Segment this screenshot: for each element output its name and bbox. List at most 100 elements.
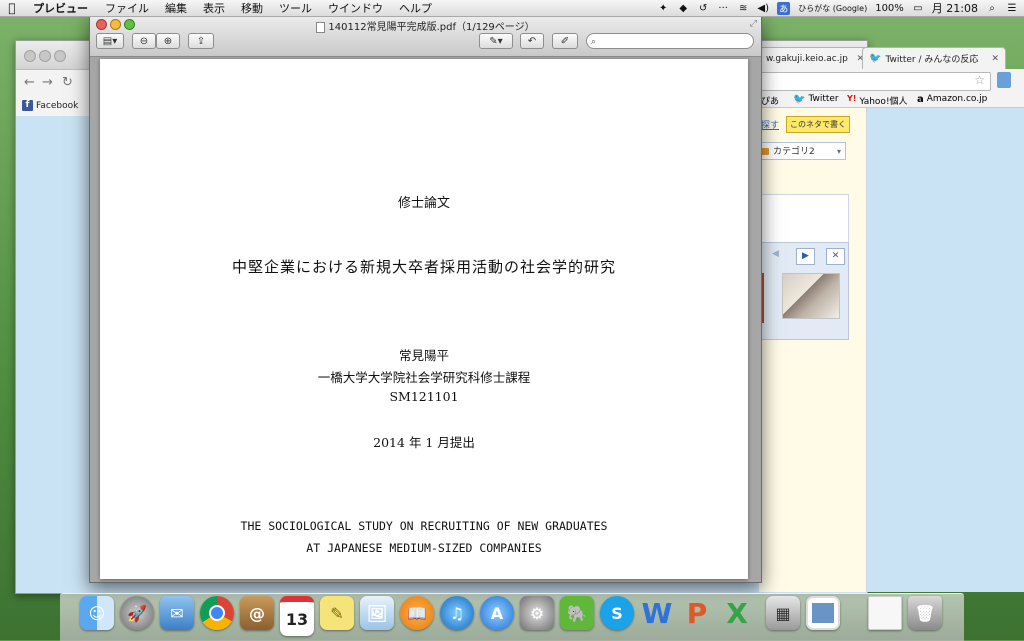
skype-icon[interactable]: S	[600, 596, 634, 630]
rotate-button[interactable]: ↶	[520, 33, 544, 49]
chrome-icon[interactable]	[200, 596, 234, 630]
menubar-status-area: ✦ ◆ ↺ ··· ≋ ◀) あ ひらがな (Google) 100% ▭ 月 …	[657, 0, 1024, 16]
back-arrow-icon[interactable]: ←	[24, 75, 35, 90]
bookmark-label: Facebook	[36, 100, 79, 111]
share-button[interactable]: ⇪	[188, 33, 214, 49]
browser-minimize-button[interactable]	[39, 50, 51, 62]
calculator-icon[interactable]: ▦	[766, 596, 800, 630]
bookmark-label: Twitter	[808, 94, 839, 104]
spotlight-icon[interactable]: ⌕	[986, 3, 998, 14]
bookmark-amazon[interactable]: a Amazon.co.jp	[917, 94, 987, 105]
doc-english-title-2: AT JAPANESE MEDIUM-SIZED COMPANIES	[306, 541, 542, 555]
menu-go[interactable]: 移動	[233, 0, 271, 16]
itunes-icon[interactable]: ♫	[440, 596, 474, 630]
browser-tab-keio-visible[interactable]: w.gakuji.keio.ac.jp/s ✕	[759, 47, 871, 69]
evernote-icon[interactable]: 🐘	[560, 596, 594, 630]
bookmark-yahoo[interactable]: Y! Yahoo!個人	[847, 94, 908, 107]
yahoo-icon: Y!	[847, 94, 857, 103]
edit-toolbar-button[interactable]: ✐	[552, 33, 578, 49]
menu-file[interactable]: ファイル	[97, 0, 157, 16]
annotate-button[interactable]: ✎▾	[479, 33, 513, 49]
window-title-text: 140112常見陽平完成版.pdf（1/129ページ）	[328, 22, 535, 33]
system-preferences-icon[interactable]: ⚙	[520, 596, 554, 630]
preview-window[interactable]: 140112常見陽平完成版.pdf（1/129ページ） ⤢ ▤▾ ⊖ ⊕ ⇪ ✎…	[89, 15, 762, 583]
twitter-icon: 🐦	[793, 94, 806, 105]
menu-window[interactable]: ウインドウ	[320, 0, 391, 16]
app-store-icon[interactable]: A	[480, 596, 514, 630]
reload-icon[interactable]: ↻	[62, 75, 73, 90]
battery-percent[interactable]: 100%	[875, 3, 904, 14]
menu-help[interactable]: ヘルプ	[391, 0, 440, 16]
mail-icon[interactable]: ✉	[160, 596, 194, 630]
tab-close-icon[interactable]: ✕	[991, 54, 999, 64]
search-field[interactable]: ⌕	[586, 33, 754, 49]
browser-toolbar-visible: ☆	[759, 69, 1024, 93]
powerpoint-icon[interactable]: P	[680, 596, 714, 630]
category-select[interactable]: カテゴリ2 ▾	[752, 142, 846, 160]
doc-label: 修士論文	[397, 196, 450, 211]
ime-badge[interactable]: あ	[777, 1, 791, 15]
volume-icon[interactable]: ◀)	[757, 3, 769, 14]
browser-close-button[interactable]	[24, 50, 36, 62]
word-icon[interactable]: W	[640, 596, 674, 630]
apple-icon[interactable]: 	[0, 1, 24, 15]
trash-icon[interactable]: 🗑	[908, 596, 942, 630]
time-machine-icon[interactable]: ↺	[697, 3, 709, 14]
menu-app-name[interactable]: プレビュー	[24, 0, 97, 16]
write-about-this-button[interactable]: このネタで書く	[786, 116, 850, 133]
ime-label[interactable]: ひらがな (Google)	[798, 3, 867, 14]
browser-zoom-button[interactable]	[54, 50, 66, 62]
menu-view[interactable]: 表示	[195, 0, 233, 16]
excel-icon[interactable]: X	[720, 596, 754, 630]
finder-icon[interactable]: ☺	[80, 596, 114, 630]
carousel-thumbnail-room[interactable]	[782, 273, 840, 319]
bookmark-pia[interactable]: ぴあ	[761, 94, 779, 107]
bookmark-twitter[interactable]: 🐦 Twitter	[793, 94, 839, 105]
fullscreen-icon[interactable]: ⤢	[750, 19, 757, 29]
sync-icon[interactable]: ✦	[657, 3, 669, 14]
profile-avatar[interactable]	[997, 72, 1011, 88]
zoom-out-button[interactable]: ⊖	[132, 33, 156, 49]
bookmarks-bar-visible: ぴあ 🐦 Twitter Y! Yahoo!個人 a Amazon.co.jp	[759, 93, 1024, 108]
category-select-value: カテゴリ2	[773, 147, 815, 157]
preview-titlebar[interactable]: 140112常見陽平完成版.pdf（1/129ページ） ⤢ ▤▾ ⊖ ⊕ ⇪ ✎…	[90, 16, 761, 57]
search-icon: ⌕	[591, 37, 597, 47]
carousel-close-button[interactable]: ✕	[826, 248, 845, 265]
more-icon[interactable]: ···	[717, 3, 729, 14]
carousel-prev-button[interactable]: ◀	[772, 249, 779, 259]
clock[interactable]: 月 21:08	[932, 0, 978, 16]
tab-title: w.gakuji.keio.ac.jp/s	[766, 53, 848, 64]
tab-title: Twitter / みんなの反応	[885, 55, 979, 65]
browser-tab-twitter[interactable]: 🐦 Twitter / みんなの反応 ✕	[862, 47, 1006, 69]
content-box	[759, 194, 849, 246]
wifi-icon[interactable]: ≋	[737, 3, 749, 14]
evernote-status-icon[interactable]: ◆	[677, 3, 689, 14]
star-icon[interactable]: ☆	[974, 73, 985, 87]
zoom-in-icon: ⊕	[163, 36, 173, 47]
ibooks-icon[interactable]: 📖	[400, 596, 434, 630]
menu-edit[interactable]: 編集	[157, 0, 195, 16]
photo-carousel: ◀ ▶ ✕	[759, 242, 849, 340]
page-background-right	[866, 108, 1024, 592]
zoom-in-button[interactable]: ⊕	[156, 33, 180, 49]
calendar-icon[interactable]: 13	[280, 596, 314, 636]
pdf-page[interactable]: 修士論文 中堅企業における新規大卒者採用活動の社会学的研究 常見陽平 一橋大学大…	[100, 59, 748, 579]
sidebar-view-button[interactable]: ▤▾	[96, 33, 124, 49]
window-title: 140112常見陽平完成版.pdf（1/129ページ）	[90, 18, 761, 33]
search-link[interactable]: 探す	[761, 118, 779, 131]
twitter-icon: 🐦	[869, 53, 882, 64]
notification-center-icon[interactable]: ☰	[1006, 3, 1018, 14]
stickies-icon[interactable]: ✎	[320, 596, 354, 630]
carousel-next-button[interactable]: ▶	[796, 248, 815, 265]
preview-app-icon[interactable]: 🖼	[360, 596, 394, 630]
contacts-icon[interactable]: @	[240, 596, 274, 630]
photo-icon[interactable]	[806, 596, 840, 630]
address-bar[interactable]: ☆	[759, 72, 991, 91]
battery-icon[interactable]: ▭	[912, 3, 924, 14]
forward-arrow-icon[interactable]: →	[42, 75, 53, 90]
bookmark-facebook[interactable]: f Facebook	[22, 100, 78, 111]
launchpad-icon[interactable]: 🚀	[120, 596, 154, 630]
menu-tools[interactable]: ツール	[271, 0, 320, 16]
sidebar-view-icon: ▤▾	[102, 36, 118, 47]
document-icon[interactable]	[868, 596, 902, 630]
